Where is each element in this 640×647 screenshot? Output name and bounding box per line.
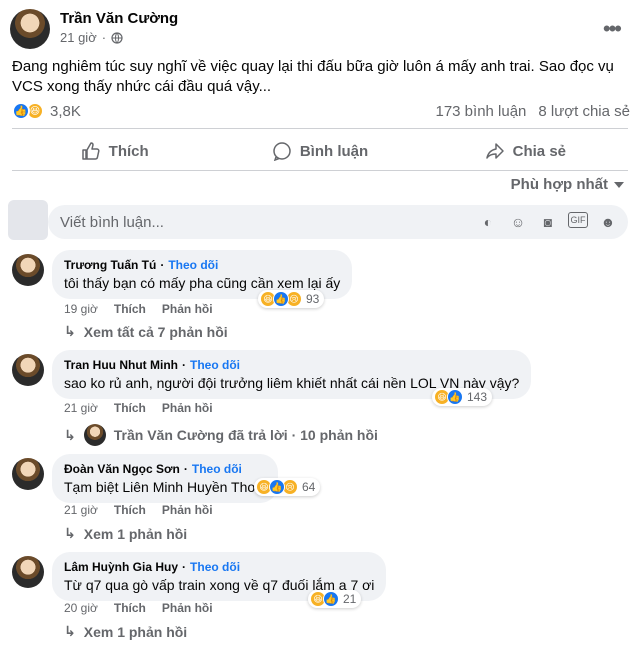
- reaction-count[interactable]: 3,8K: [50, 103, 81, 120]
- comment-reactions[interactable]: 😆 👍 😢 64: [254, 478, 321, 496]
- comment-like-button[interactable]: Thích: [114, 601, 146, 615]
- commenter-avatar[interactable]: [12, 458, 44, 490]
- caret-down-icon: [614, 181, 624, 188]
- sort-label: Phù hợp nhất: [510, 176, 608, 193]
- current-user-avatar: [8, 200, 48, 240]
- comment-composer: ◐ ☺ ◙ GIF ☻: [48, 205, 628, 239]
- comment-reply-button[interactable]: Phản hồi: [162, 601, 213, 615]
- like-label: Thích: [108, 142, 149, 160]
- replies-label: Xem 1 phản hồi: [83, 525, 188, 542]
- sticker-icon[interactable]: ◐: [478, 212, 498, 232]
- follow-link[interactable]: Theo dõi: [168, 258, 218, 272]
- post-header: Trần Văn Cường 21 giờ · •••: [10, 8, 630, 50]
- view-replies-link[interactable]: ↳ Xem tất cả 7 phản hồi: [64, 323, 228, 340]
- post-text: Đang nghiêm túc suy nghĩ về việc quay lạ…: [12, 58, 614, 95]
- commenter-avatar[interactable]: [12, 556, 44, 588]
- follow-link[interactable]: Theo dõi: [190, 358, 240, 372]
- comment-bubble: Đoàn Văn Ngọc Sơn · Theo dõi Tạm biệt Liên…: [52, 454, 279, 503]
- comment-count[interactable]: 173 bình luận: [435, 103, 526, 120]
- comment-text: Tạm biệt Liên Minh Huyền Thoại: [64, 479, 267, 495]
- commenter-name[interactable]: Đoàn Văn Ngọc Sơn: [64, 462, 180, 476]
- comment-time[interactable]: 19 giờ: [64, 302, 98, 316]
- comment-input[interactable]: [60, 213, 478, 231]
- emoji-icon[interactable]: ☺: [508, 212, 528, 232]
- camera-icon[interactable]: ◙: [538, 212, 558, 232]
- post-actions: Thích Bình luận Chia sẻ: [12, 134, 628, 168]
- replies-label: Xem 1 phản hồi: [83, 623, 188, 640]
- commenter-avatar[interactable]: [12, 354, 44, 386]
- reply-arrow-icon: ↳: [64, 623, 76, 639]
- comment-like-button[interactable]: Thích: [114, 401, 146, 415]
- like-reaction-icon: 👍: [269, 479, 285, 495]
- comment-reply-button[interactable]: Phản hồi: [162, 503, 213, 517]
- comment-reply-button[interactable]: Phản hồi: [162, 302, 213, 316]
- like-reaction-icon: 👍: [323, 591, 339, 607]
- post-author[interactable]: Trần Văn Cường: [60, 10, 178, 27]
- replies-label: Xem tất cả 7 phản hồi: [83, 323, 228, 340]
- comment-reactions[interactable]: 😆 👍 143: [432, 388, 493, 406]
- comment-time[interactable]: 21 giờ: [64, 503, 98, 517]
- comment-like-button[interactable]: Thích: [114, 503, 146, 517]
- reaction-count: 21: [343, 592, 357, 606]
- view-replies-link[interactable]: ↳ Trần Văn Cường đã trả lời · 10 phản hồ…: [64, 424, 378, 446]
- divider: [12, 170, 628, 171]
- divider: [12, 128, 628, 129]
- post-meta: 21 giờ ·: [60, 30, 123, 45]
- globe-icon: [111, 31, 123, 44]
- comment-meta: 21 giờ Thích Phản hồi: [64, 401, 213, 415]
- commenter-name[interactable]: Lâm Huỳnh Gia Huy: [64, 560, 178, 574]
- like-reaction-icon: 👍: [273, 291, 289, 307]
- reaction-count: 93: [306, 292, 320, 306]
- reply-arrow-icon: ↳: [64, 323, 76, 339]
- comment-reply-button[interactable]: Phản hồi: [162, 401, 213, 415]
- comment-reactions[interactable]: 😆 👍 21: [308, 590, 362, 608]
- share-count[interactable]: 8 lượt chia sẻ: [538, 103, 630, 120]
- comment-meta: 20 giờ Thích Phản hồi: [64, 601, 213, 615]
- follow-link[interactable]: Theo dõi: [190, 560, 240, 574]
- comment-meta: 21 giờ Thích Phản hồi: [64, 503, 213, 517]
- commenter-name[interactable]: Trương Tuấn Tú: [64, 258, 156, 272]
- reply-arrow-icon: ↳: [64, 426, 76, 443]
- like-reaction-icon: 👍: [447, 389, 463, 405]
- follow-link[interactable]: Theo dõi: [192, 462, 242, 476]
- like-button[interactable]: Thích: [12, 134, 217, 168]
- comment-text: tôi thấy bạn có mấy pha cũng cần xem lại…: [64, 275, 341, 291]
- thumbs-up-icon: [81, 142, 100, 160]
- view-replies-link[interactable]: ↳ Xem 1 phản hồi: [64, 623, 187, 640]
- like-reaction-icon: 👍: [12, 102, 30, 120]
- more-options-icon[interactable]: •••: [603, 16, 622, 42]
- comment-reactions[interactable]: 😆 👍 😢 93: [258, 290, 325, 308]
- reaction-icons[interactable]: 👍 😆: [12, 102, 44, 120]
- post-time[interactable]: 21 giờ: [60, 30, 97, 45]
- author-avatar[interactable]: [10, 9, 50, 49]
- comment-like-button[interactable]: Thích: [114, 302, 146, 316]
- comment-button[interactable]: Bình luận: [217, 134, 422, 168]
- reaction-count: 64: [302, 480, 316, 494]
- replier-avatar: [83, 424, 106, 446]
- reaction-count: 143: [467, 390, 488, 404]
- comment-meta: 19 giờ Thích Phản hồi: [64, 302, 213, 316]
- reply-arrow-icon: ↳: [64, 525, 76, 541]
- view-replies-link[interactable]: ↳ Xem 1 phản hồi: [64, 525, 187, 542]
- comment-time[interactable]: 20 giờ: [64, 601, 98, 615]
- post-stats: 👍 😆 3,8K 173 bình luận 8 lượt chia sẻ: [12, 99, 630, 123]
- sort-dropdown[interactable]: Phù hợp nhất: [511, 176, 624, 193]
- comment-time[interactable]: 21 giờ: [64, 401, 98, 415]
- commenter-name[interactable]: Tran Huu Nhut Minh: [64, 358, 178, 372]
- share-button[interactable]: Chia sẻ: [423, 134, 628, 168]
- replies-label: Trần Văn Cường đã trả lời · 10 phản hồi: [113, 427, 378, 443]
- sticker-smile-icon[interactable]: ☻: [598, 212, 618, 232]
- comment-icon: [273, 142, 291, 161]
- share-icon: [485, 143, 504, 159]
- share-label: Chia sẻ: [512, 142, 566, 160]
- gif-icon[interactable]: GIF: [568, 212, 588, 228]
- commenter-avatar[interactable]: [12, 254, 44, 286]
- comment-label: Bình luận: [299, 142, 369, 160]
